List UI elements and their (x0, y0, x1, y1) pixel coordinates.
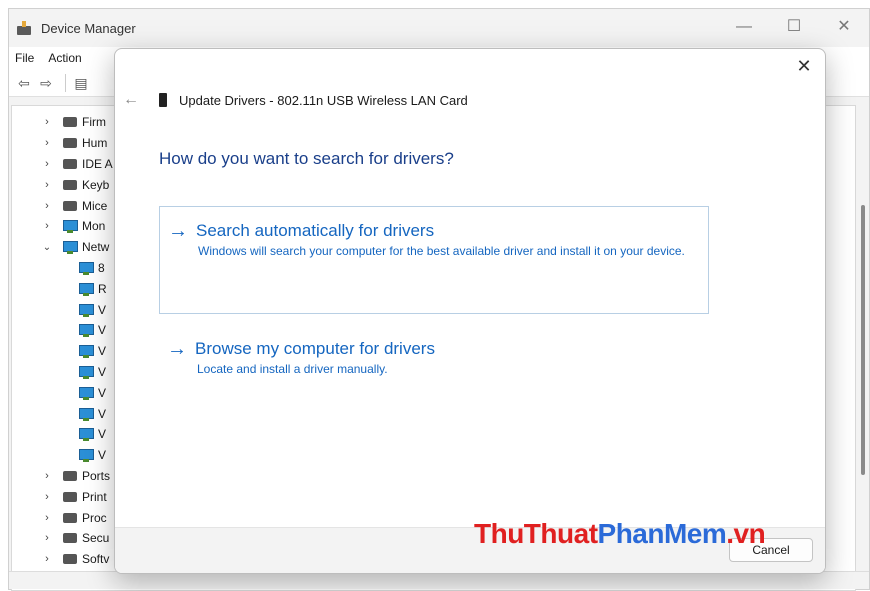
arrow-right-icon: → (168, 220, 188, 242)
tree-item-label: Mice (82, 198, 108, 213)
scrollbar-thumb[interactable] (861, 205, 865, 475)
option-title: Browse my computer for drivers (195, 339, 435, 358)
forward-arrow-icon[interactable]: ⇨ (37, 75, 55, 91)
chevron-right-icon[interactable]: › (40, 137, 54, 149)
chevron-right-icon[interactable]: › (40, 158, 54, 170)
window-title: Device Manager (41, 20, 136, 36)
network-adapter-icon (78, 323, 94, 338)
chevron-right-icon[interactable]: › (40, 220, 54, 232)
network-adapter-icon (78, 386, 94, 400)
adapter-label: R (98, 281, 107, 296)
back-arrow-icon[interactable]: ← (123, 91, 143, 109)
tree-item-label: Secu (82, 531, 110, 546)
adapter-label: V (98, 344, 107, 359)
chevron-right-icon[interactable]: › (40, 200, 54, 212)
dialog-header: ← Update Drivers - 802.11n USB Wireless … (123, 91, 468, 109)
monitor-icon (62, 219, 78, 234)
processor-icon (62, 511, 78, 525)
toolbar-divider (65, 73, 66, 92)
security-icon (62, 531, 78, 545)
menu-file[interactable]: File (15, 51, 34, 65)
tree-item-label: Print (82, 489, 107, 504)
tree-item-label: Netw (82, 240, 110, 255)
tree-item-label: Proc (82, 510, 107, 525)
back-arrow-icon[interactable]: ⇦ (15, 75, 33, 91)
tree-item-label: Mon (82, 219, 106, 234)
search-automatically-option[interactable]: → Search automatically for drivers Windo… (159, 206, 709, 314)
usb-device-icon (159, 93, 167, 107)
option-heading: → Search automatically for drivers (168, 221, 698, 241)
tree-item-label: Ports (82, 468, 111, 483)
option-heading: → Browse my computer for drivers (167, 339, 699, 359)
adapter-label: V (98, 323, 107, 338)
minimize-button[interactable]: — (719, 9, 769, 47)
port-icon (62, 469, 78, 483)
network-adapter-icon (78, 365, 94, 379)
page-question: How do you want to search for drivers? (159, 149, 454, 168)
tree-item-label: Hum (82, 136, 108, 151)
option-title: Search automatically for drivers (196, 221, 435, 240)
network-adapter-icon (78, 344, 94, 359)
menu-action[interactable]: Action (48, 51, 81, 65)
close-window-button[interactable]: ✕ (819, 9, 869, 47)
option-description: Windows will search your computer for th… (198, 244, 685, 258)
network-adapter-icon (78, 407, 94, 421)
browse-computer-option[interactable]: → Browse my computer for drivers Locate … (159, 325, 709, 405)
adapter-label: V (98, 427, 107, 442)
chevron-right-icon[interactable]: › (40, 512, 54, 524)
firmware-icon (62, 115, 78, 129)
network-adapter-icon (78, 282, 94, 296)
chevron-right-icon[interactable]: › (40, 116, 54, 128)
tree-item-label: Keyb (82, 177, 110, 192)
chevron-down-icon[interactable]: ⌄ (40, 242, 54, 253)
update-drivers-dialog: ✕ ← Update Drivers - 802.11n USB Wireles… (114, 48, 826, 574)
chevron-right-icon[interactable]: › (40, 491, 54, 503)
ide-icon (62, 157, 78, 171)
network-adapter-icon (78, 261, 94, 275)
adapter-label: V (98, 302, 107, 317)
network-icon (62, 240, 78, 255)
maximize-button[interactable]: ☐ (769, 9, 819, 47)
option-description: Locate and install a driver manually. (197, 362, 388, 376)
title-bar: Device Manager — ☐ ✕ (9, 9, 869, 47)
watermark-part2: PhanMem (597, 518, 727, 549)
software-icon (62, 552, 78, 566)
tree-item-label: IDE A (82, 156, 113, 171)
adapter-label: 8 (98, 260, 105, 275)
tree-item-label: Softv (82, 552, 110, 567)
adapter-label: V (98, 385, 107, 400)
network-adapter-icon (78, 427, 94, 442)
tree-item-label: Firm (82, 115, 106, 130)
chevron-right-icon[interactable]: › (40, 553, 54, 565)
adapter-label: V (98, 364, 107, 379)
adapter-label: V (98, 406, 107, 421)
window-controls: — ☐ ✕ (719, 9, 869, 47)
watermark-logo: ThuThuatPhanMem.vn (474, 518, 766, 550)
chevron-right-icon[interactable]: › (40, 532, 54, 544)
chevron-right-icon[interactable]: › (40, 179, 54, 191)
device-manager-icon (15, 20, 33, 36)
keyboard-icon (62, 178, 78, 192)
adapter-label: V (98, 448, 107, 463)
watermark-part1: ThuThuat (474, 518, 598, 549)
watermark-part3: .vn (726, 518, 766, 549)
chevron-right-icon[interactable]: › (40, 470, 54, 482)
close-icon[interactable]: ✕ (791, 55, 817, 77)
network-adapter-icon (78, 303, 94, 317)
arrow-right-icon: → (167, 338, 187, 360)
mouse-icon (62, 199, 78, 213)
properties-icon[interactable]: ▤ (72, 75, 90, 91)
vertical-scrollbar[interactable] (859, 107, 867, 477)
network-adapter-icon (78, 448, 94, 463)
hid-icon (62, 136, 78, 150)
printer-icon (62, 490, 78, 504)
dialog-title: Update Drivers - 802.11n USB Wireless LA… (179, 92, 468, 108)
